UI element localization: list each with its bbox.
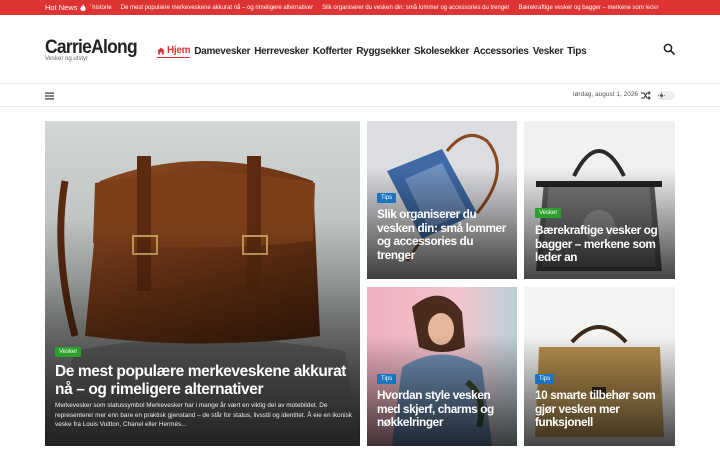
hot-news-ticker: Hot News ’ historie De mest populære mer… <box>0 0 720 15</box>
category-badge[interactable]: Tips <box>377 193 397 203</box>
nav-item-tips[interactable]: Tips <box>567 46 586 57</box>
nav-label: Hjem <box>167 45 191 56</box>
nav-item-kofferter[interactable]: Kofferter <box>313 46 353 57</box>
nav-item-damevesker[interactable]: Damevesker <box>194 46 250 57</box>
nav-item-ryggsekker[interactable]: Ryggsekker <box>356 46 410 57</box>
home-icon <box>157 47 165 54</box>
site-tagline: Vesker og utstyr <box>45 56 89 62</box>
category-badge[interactable]: Vesker <box>535 208 562 218</box>
main-nav: Hjem Damevesker Herrevesker Kofferter Ry… <box>157 45 587 58</box>
hot-news-text: Hot News <box>45 3 78 12</box>
category-badge[interactable]: Tips <box>535 374 555 384</box>
nav-item-hjem[interactable]: Hjem <box>157 45 191 58</box>
theme-toggle[interactable] <box>657 91 675 100</box>
featured-post-title[interactable]: De mest populære merkeveskene akkurat nå… <box>55 363 355 399</box>
featured-post-excerpt: Merkevesker som statussymbol Merkevesker… <box>55 402 352 429</box>
search-icon[interactable] <box>663 43 675 55</box>
ticker-item[interactable]: Bærekraftige vesker og bagger – merkene … <box>519 5 659 11</box>
nav-item-skolesekker[interactable]: Skolesekker <box>414 46 469 57</box>
nav-item-vesker[interactable]: Vesker <box>533 46 564 57</box>
category-badge[interactable]: Vesker <box>55 347 82 357</box>
nav-item-accessories[interactable]: Accessories <box>473 46 529 57</box>
flame-icon <box>79 3 86 11</box>
ticker-fade <box>640 0 720 15</box>
sub-bar: lørdag, august 1, 2026 <box>0 85 720 107</box>
ticker-item[interactable]: De mest populære merkeveskene akkurat nå… <box>121 5 313 11</box>
post-title[interactable]: Slik organiserer du vesken din: små lomm… <box>377 207 512 262</box>
menu-icon[interactable] <box>45 92 54 100</box>
site-header: CarrieAlong Vesker og utstyr Hjem Dameve… <box>0 15 720 84</box>
category-badge[interactable]: Tips <box>377 374 397 384</box>
post-title[interactable]: Bærekraftige vesker og bagger – merkene … <box>535 223 670 265</box>
hot-news-label: Hot News <box>0 3 90 12</box>
post-title[interactable]: Hvordan style vesken med skjerf, charms … <box>377 388 512 430</box>
current-date: lørdag, august 1, 2026 <box>573 91 639 98</box>
nav-item-herrevesker[interactable]: Herrevesker <box>254 46 309 57</box>
post-title[interactable]: 10 smarte tilbehør som gjør vesken mer f… <box>535 388 670 430</box>
shuffle-icon[interactable] <box>641 91 651 100</box>
ticker-item[interactable]: ’ historie <box>90 5 112 11</box>
sun-icon <box>658 92 665 99</box>
ticker-item[interactable]: Slik organiserer du vesken din: små lomm… <box>322 5 509 11</box>
